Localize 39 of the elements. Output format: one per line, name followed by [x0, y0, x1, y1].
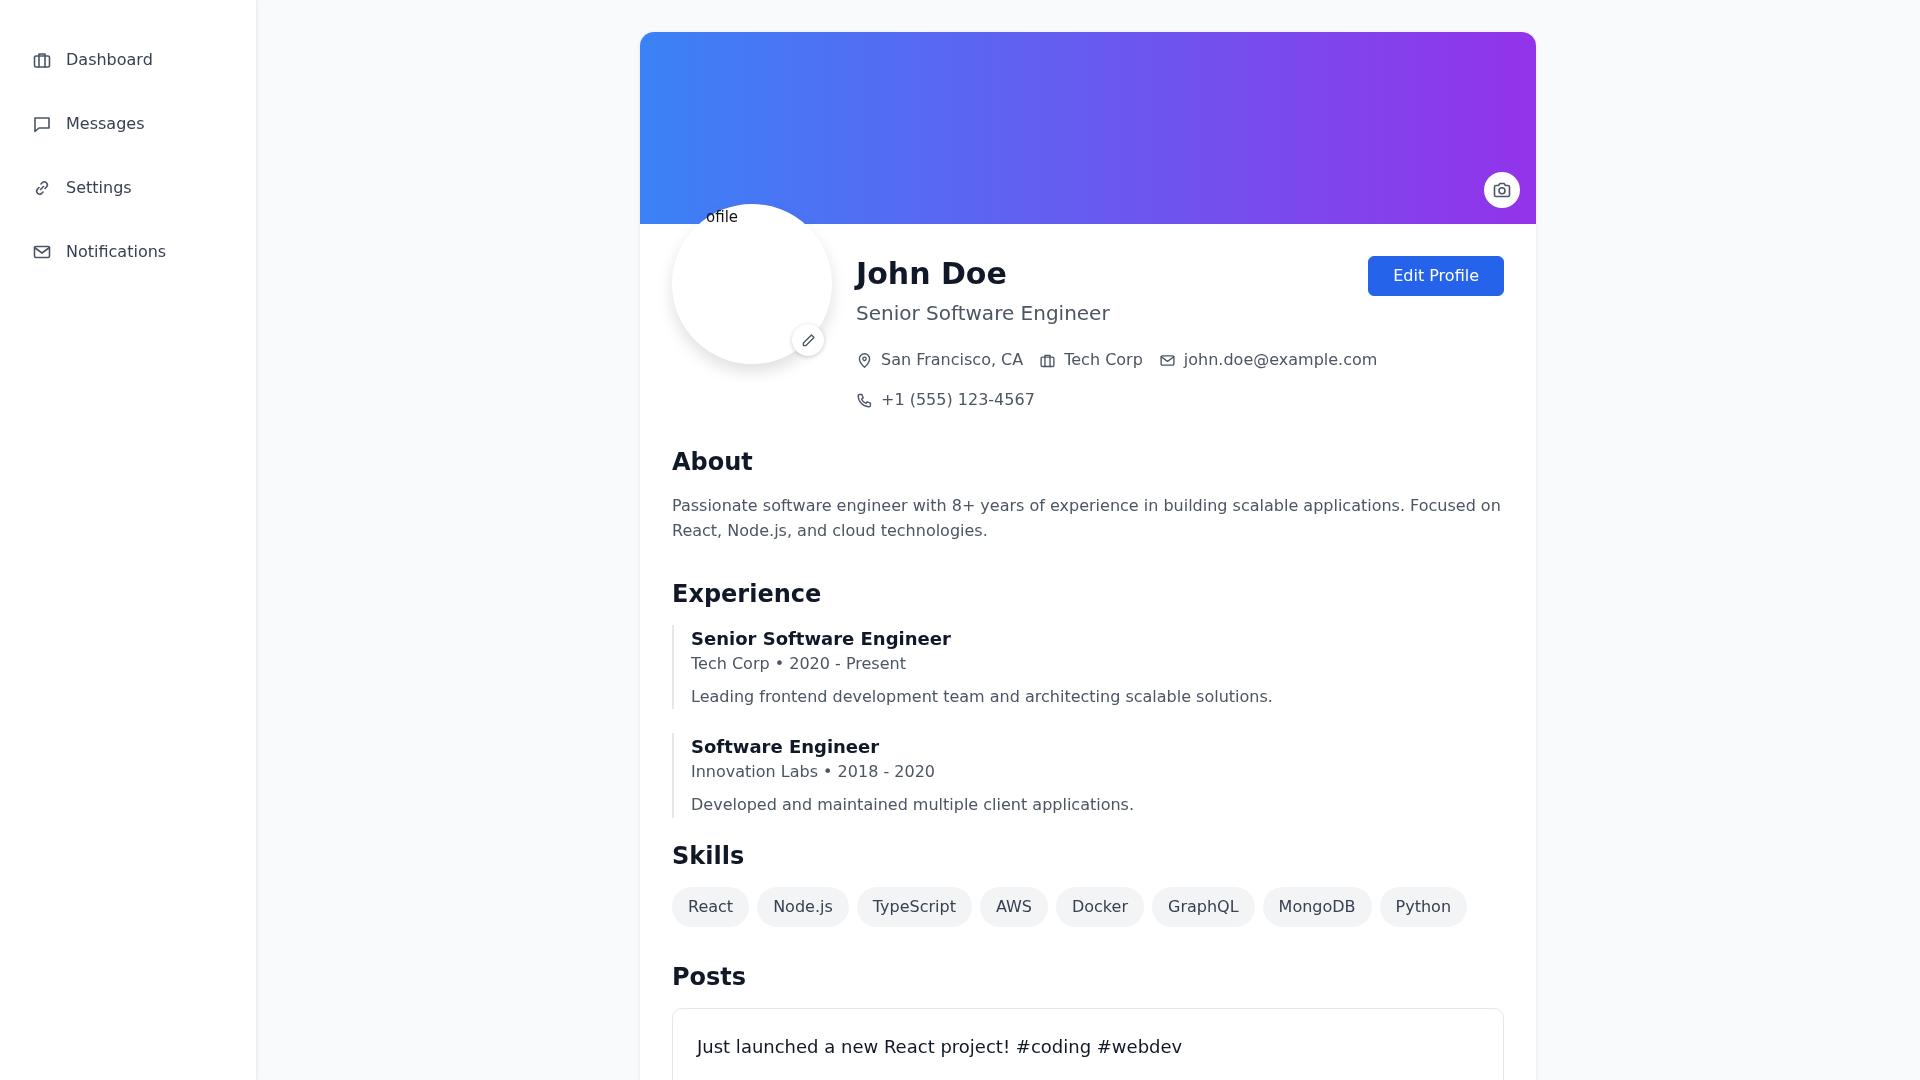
skill-tag: GraphQL: [1152, 886, 1255, 927]
about-text: Passionate software engineer with 8+ years of experience in building scalable applications. Focused on React, Node.js, and cloud technologies.: [672, 494, 1502, 543]
sidebar-item[interactable]: Dashboard: [0, 28, 256, 92]
skill-tag: AWS: [979, 886, 1048, 927]
profile-detail: San Francisco, CA: [881, 349, 1024, 371]
job-meta: Tech Corp • 2020 - Present: [691, 652, 907, 675]
skill-tag: Node.js: [757, 886, 849, 927]
avatar-alt-text: ofile: [706, 207, 739, 228]
briefcase-icon: [32, 50, 52, 70]
profile-name: John Doe: [856, 256, 1008, 292]
post-text: Just launched a new React project! #coding #webdev: [697, 1035, 1183, 1057]
profile-detail: Tech Corp: [1064, 349, 1143, 371]
profile-job-title: Senior Software Engineer: [856, 300, 1110, 327]
location-pin-icon: [856, 351, 873, 369]
section-heading: Skills: [672, 841, 746, 871]
section-heading: Posts: [672, 962, 748, 992]
section-heading: About: [672, 448, 754, 477]
job-description: Developed and maintained multiple client applications.: [691, 794, 1135, 817]
job-role: Senior Software Engineer: [691, 626, 952, 651]
speech-bubble-icon: [32, 114, 52, 134]
skill-tag: Python: [1379, 886, 1468, 927]
job-description: Leading frontend development team and architecting scalable solutions.: [691, 685, 1274, 708]
change-cover-button[interactable]: [1484, 172, 1520, 208]
job-meta: Innovation Labs • 2018 - 2020: [691, 761, 936, 784]
skill-tag: Docker: [1055, 886, 1144, 927]
sidebar-item[interactable]: Notifications: [0, 220, 256, 284]
edit-profile-button[interactable]: Edit Profile: [1368, 256, 1504, 296]
sidebar-item[interactable]: Messages: [0, 92, 256, 156]
edit-avatar-button[interactable]: [792, 324, 824, 356]
profile-detail: john.doe@example.com: [1183, 349, 1378, 371]
skill-tag: MongoDB: [1262, 886, 1372, 927]
skill-tag: TypeScript: [856, 886, 972, 927]
sidebar-item[interactable]: Settings: [0, 156, 256, 220]
skill-tag: React: [672, 886, 750, 927]
profile-detail: +1 (555) 123-4567: [881, 389, 1035, 411]
job-role: Software Engineer: [691, 735, 881, 760]
phone-icon: [856, 391, 873, 409]
camera-icon: [1492, 180, 1512, 200]
section-heading: Experience: [672, 580, 823, 609]
